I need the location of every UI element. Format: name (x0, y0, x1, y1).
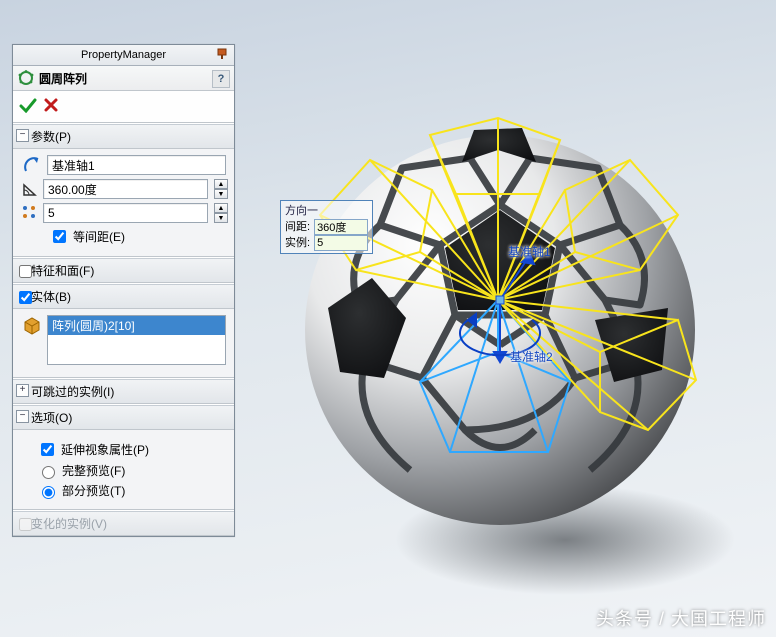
instances-spin-down[interactable]: ▼ (214, 213, 228, 223)
property-manager-title: PropertyManager (81, 49, 166, 61)
features-faces-section-header[interactable]: 特征和面(F) (13, 258, 234, 283)
varied-instances-header[interactable]: 变化的实例(V) (13, 511, 234, 536)
collapse-icon[interactable]: − (16, 410, 29, 423)
solid-body-icon (21, 315, 43, 335)
circular-pattern-icon (17, 69, 35, 87)
cancel-button[interactable] (43, 97, 59, 116)
angle-input[interactable] (43, 179, 208, 199)
feature-name: 圆周阵列 (39, 70, 87, 87)
angle-icon (21, 179, 39, 199)
full-preview-label: 完整预览(F) (62, 462, 125, 479)
property-manager-header: PropertyManager (13, 45, 234, 66)
equal-spacing-label: 等间距(E) (73, 228, 125, 245)
features-faces-checkbox[interactable] (19, 265, 32, 278)
callout-instances-input[interactable] (314, 235, 368, 251)
watermark: 头条号 / 大国工程师 (596, 605, 766, 631)
callout-direction-label: 方向一 (285, 203, 368, 219)
action-row (13, 91, 234, 123)
options-section-header[interactable]: − 选项(O) (13, 405, 234, 430)
partial-preview-label: 部分预览(T) (62, 482, 125, 499)
axis2-label: 基准轴2 (510, 348, 553, 365)
axis-icon (21, 155, 43, 175)
bodies-checkbox[interactable] (19, 291, 32, 304)
instances-to-skip-header[interactable]: + 可跳过的实例(I) (13, 379, 234, 404)
pin-icon[interactable] (216, 47, 230, 61)
callout-spacing-input[interactable] (314, 219, 368, 235)
bodies-section-header[interactable]: 实体(B) (13, 284, 234, 309)
propagate-visual-props-checkbox[interactable] (41, 443, 54, 456)
instances-spin-up[interactable]: ▲ (214, 203, 228, 213)
callout-instances-label: 实例: (285, 235, 310, 251)
pattern-axis-input[interactable] (47, 155, 226, 175)
axis1-label: 基准轴1 (508, 243, 551, 260)
parameters-section-header[interactable]: − 参数(P) (13, 124, 234, 149)
partial-preview-radio[interactable] (42, 486, 55, 499)
angle-spin-up[interactable]: ▲ (214, 179, 228, 189)
varied-instances-checkbox (19, 518, 32, 531)
feature-title-bar: 圆周阵列 ? (13, 66, 234, 91)
bodies-list-item-selected[interactable]: 阵列(圆周)2[10] (48, 316, 225, 335)
equal-spacing-checkbox[interactable] (53, 230, 66, 243)
angle-spin-down[interactable]: ▼ (214, 189, 228, 199)
direction-callout[interactable]: 方向一 间距: 实例: (280, 200, 373, 254)
instances-input[interactable] (43, 203, 208, 223)
instances-icon (21, 203, 39, 223)
callout-spacing-label: 间距: (285, 219, 310, 235)
full-preview-radio[interactable] (42, 466, 55, 479)
help-button[interactable]: ? (212, 70, 230, 88)
expand-icon[interactable]: + (16, 384, 29, 397)
property-manager-panel: PropertyManager 圆周阵列 ? − 参数(P) (12, 44, 235, 537)
bodies-list[interactable]: 阵列(圆周)2[10] (47, 315, 226, 365)
propagate-visual-props-label: 延伸视象属性(P) (61, 441, 149, 458)
ok-button[interactable] (19, 97, 37, 116)
collapse-icon[interactable]: − (16, 129, 29, 142)
